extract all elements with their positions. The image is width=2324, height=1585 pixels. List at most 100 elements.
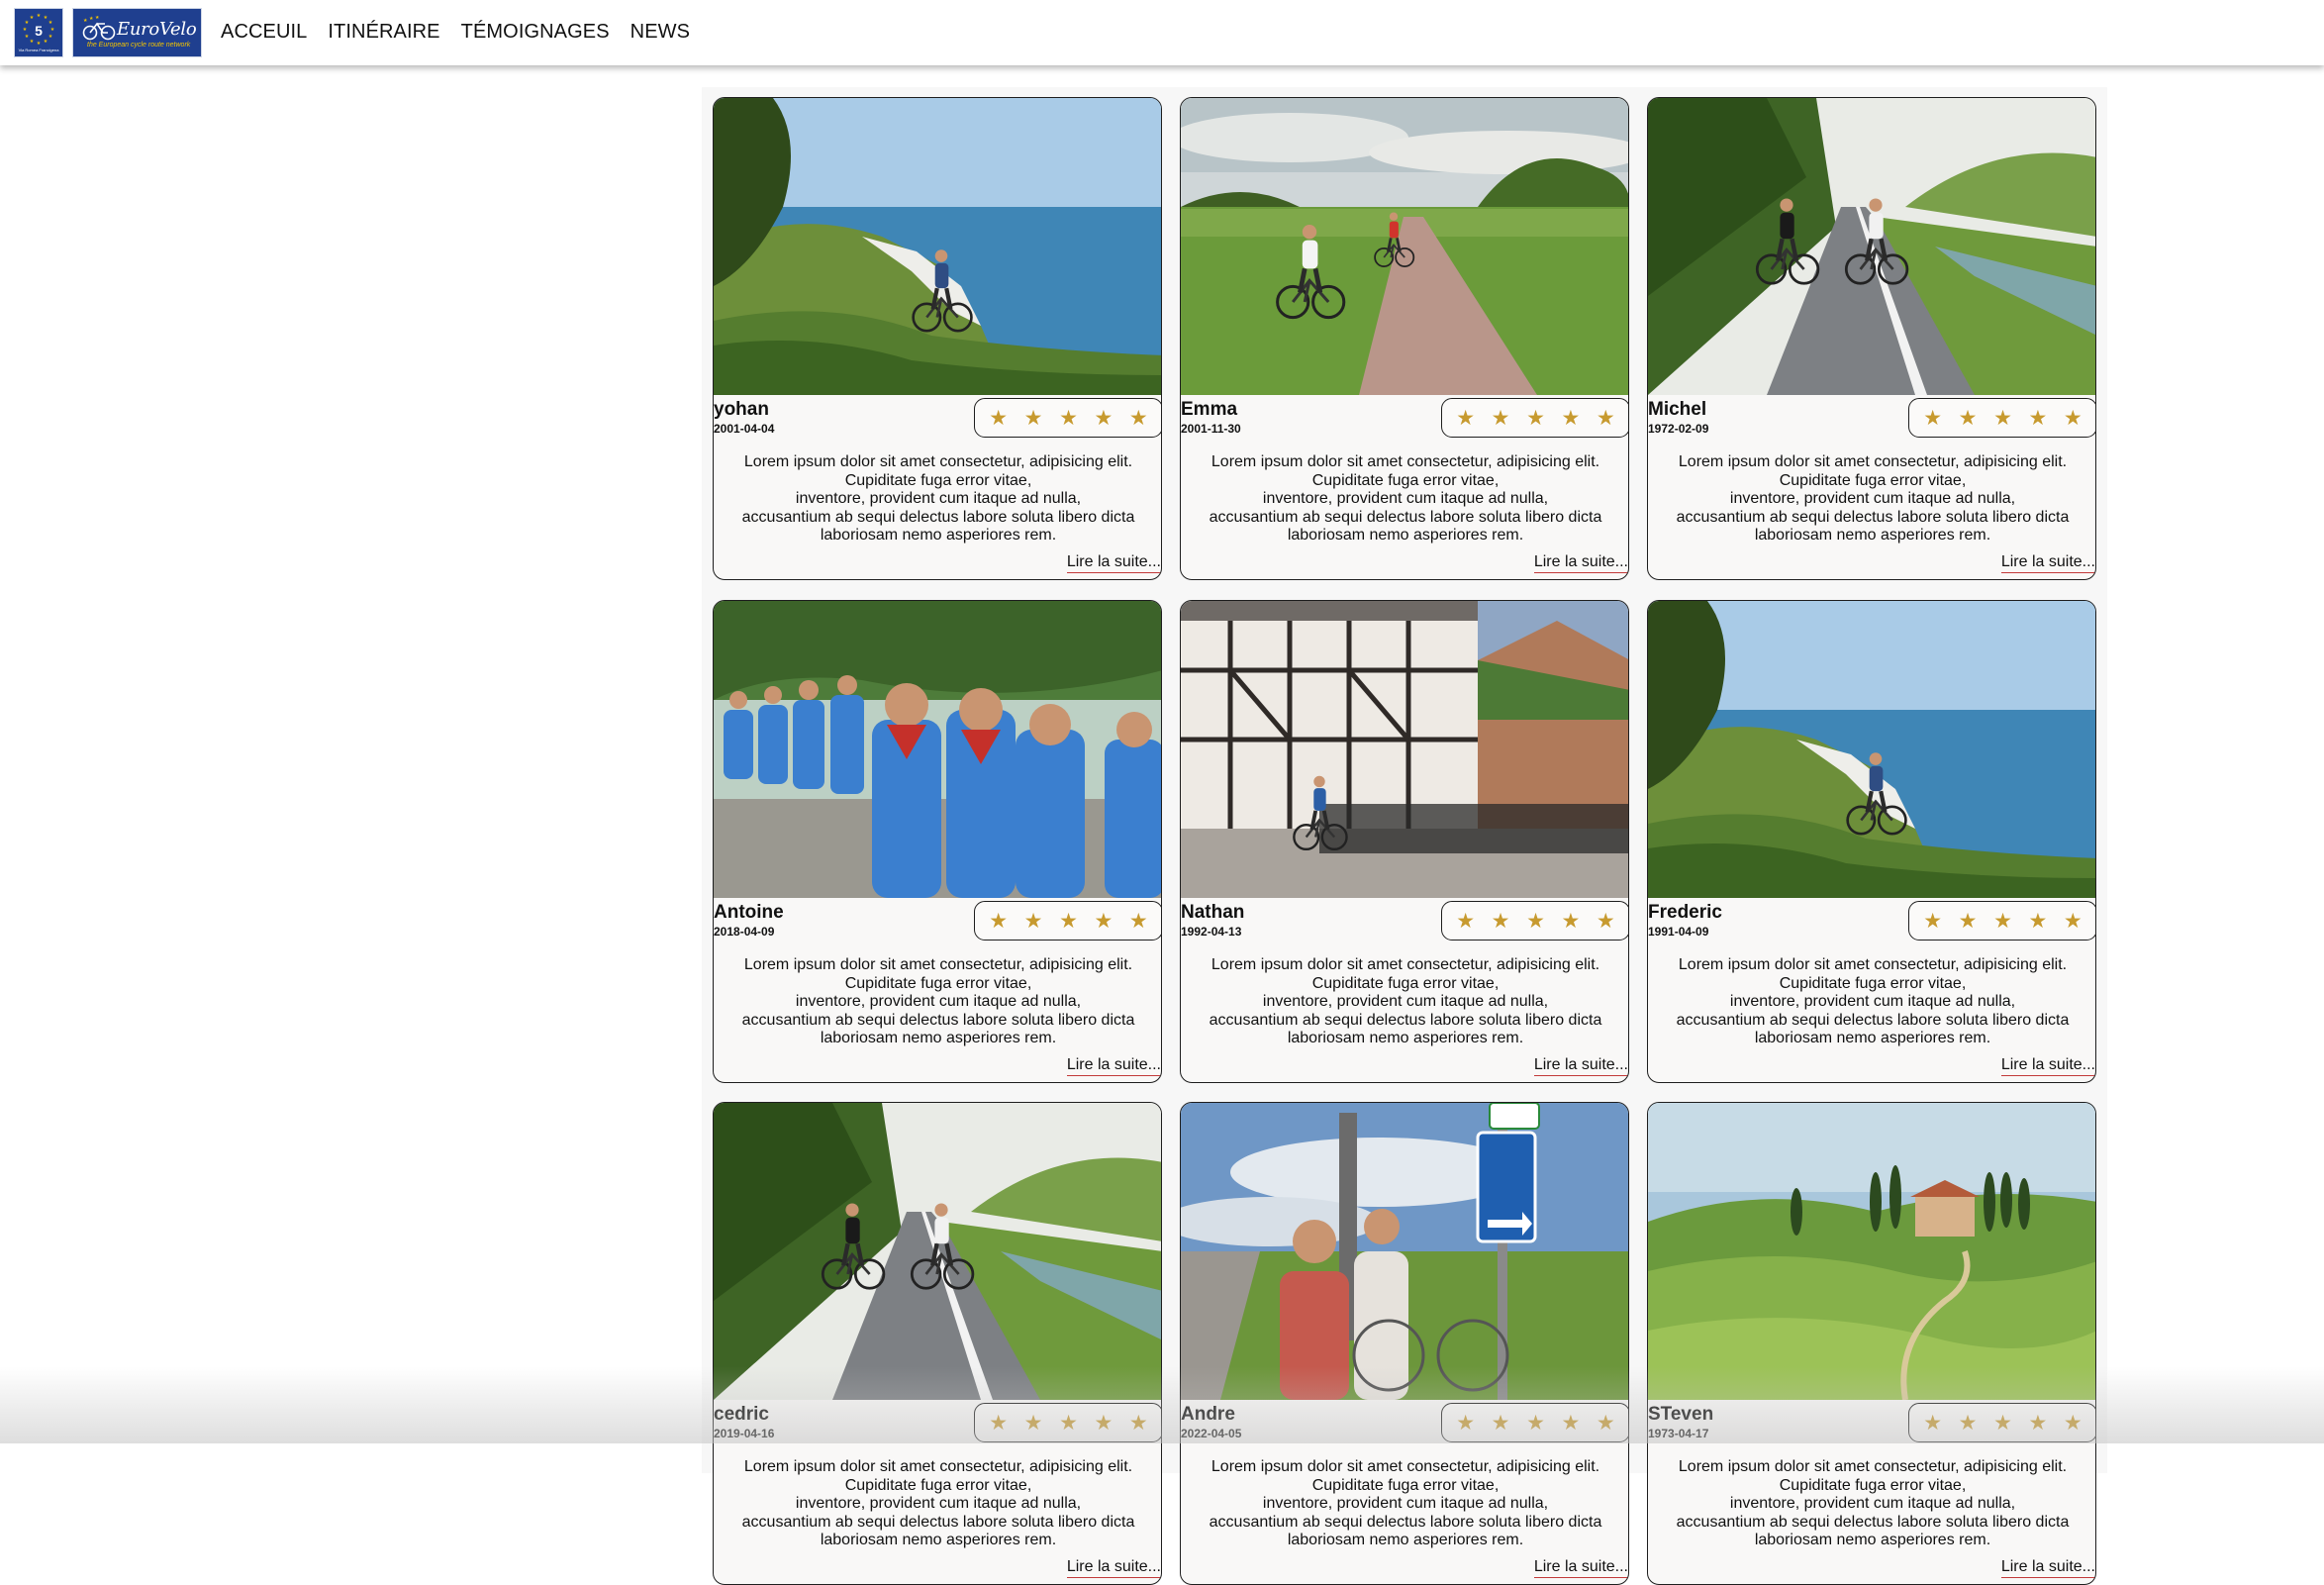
main-nav: ACCEUIL ITINÉRAIRE TÉMOIGNAGES NEWS	[221, 20, 690, 44]
cliff-coast-cyclist-illustration	[1648, 601, 2095, 898]
star-icon: ★	[1993, 1411, 2012, 1435]
star-icon: ★	[1491, 406, 1510, 430]
star-icon: ★	[1596, 909, 1615, 933]
star-icon: ★	[1596, 406, 1615, 430]
star-rating: ★ ★ ★ ★ ★	[974, 398, 1161, 438]
testimonial-card: Nathan 1992-04-13 ★ ★ ★ ★ ★ Lorem ipsum dolo…	[1180, 600, 1629, 1083]
testimonial-text: Lorem ipsum dolor sit amet consectetur, …	[1209, 1458, 1602, 1549]
author-date: 2018-04-09	[714, 925, 775, 939]
svg-text:★: ★	[25, 34, 30, 40]
cliff-coast-cyclist-illustration	[714, 98, 1161, 395]
svg-text:★: ★	[95, 16, 100, 21]
star-icon: ★	[1128, 909, 1148, 933]
author-name: Michel	[1648, 399, 1707, 420]
testimonial-text: Lorem ipsum dolor sit amet consectetur, …	[1209, 956, 1602, 1047]
testimonial-text: Lorem ipsum dolor sit amet consectetur, …	[1209, 453, 1602, 545]
testimonial-photo	[1648, 98, 2095, 395]
testimonial-photo	[1648, 601, 2095, 898]
route-subtitle: Via Romea Francigena	[18, 48, 59, 52]
eurovelo-logo[interactable]: ★ ★ ★ EuroVelo the European cycle route ne…	[72, 8, 202, 57]
author-date: 1992-04-13	[1181, 925, 1242, 939]
canal-path-couple-illustration	[1648, 98, 2095, 395]
testimonial-photo	[1181, 98, 1628, 395]
author-name: yohan	[714, 399, 769, 420]
testimonial-photo	[1181, 601, 1628, 898]
star-icon: ★	[1456, 1411, 1476, 1435]
star-icon: ★	[1958, 406, 1978, 430]
star-icon: ★	[1596, 1411, 1615, 1435]
star-icon: ★	[1958, 909, 1978, 933]
svg-text:★: ★	[37, 13, 42, 19]
read-more-link[interactable]: Lire la suite...	[1533, 553, 1628, 573]
star-icon: ★	[2063, 1411, 2082, 1435]
read-more-link[interactable]: Lire la suite...	[2000, 1056, 2095, 1076]
read-more-link[interactable]: Lire la suite...	[1533, 1056, 1628, 1076]
read-more-link[interactable]: Lire la suite...	[2000, 553, 2095, 573]
star-rating: ★ ★ ★ ★ ★	[1908, 901, 2095, 941]
author-name: Antoine	[714, 902, 784, 923]
author-date: 2019-04-16	[714, 1427, 775, 1440]
author-date: 2001-04-04	[714, 422, 775, 436]
testimonial-photo	[714, 98, 1161, 395]
canal-path-couple-illustration	[714, 1103, 1161, 1400]
brand-name: EuroVelo	[117, 19, 197, 40]
testimonial-text: Lorem ipsum dolor sit amet consectetur, …	[1676, 453, 2070, 545]
svg-text:★: ★	[30, 15, 35, 21]
read-more-link[interactable]: Lire la suite...	[1066, 1056, 1161, 1076]
testimonial-card: STeven 1973-04-17 ★ ★ ★ ★ ★ Lorem ipsum dolo…	[1647, 1102, 2096, 1585]
testimonial-text: Lorem ipsum dolor sit amet consectetur, …	[741, 1458, 1135, 1549]
eurovelo-5-logo[interactable]: ★ ★ ★ ★ ★ ★ ★ ★ ★ ★ ★ ★ 5 Via Romea Francigena	[14, 8, 63, 57]
star-icon: ★	[1526, 909, 1545, 933]
nav-itineraire[interactable]: ITINÉRAIRE	[328, 20, 439, 44]
read-more-link[interactable]: Lire la suite...	[1066, 1558, 1161, 1578]
testimonial-card: cedric 2019-04-16 ★ ★ ★ ★ ★ Lorem ipsum dolo…	[713, 1102, 1162, 1585]
svg-text:★: ★	[48, 20, 53, 26]
star-icon: ★	[1561, 1411, 1581, 1435]
author-date: 2001-11-30	[1181, 422, 1241, 436]
testimonials-board: yohan 2001-04-04 ★ ★ ★ ★ ★ Lorem ipsum dolor…	[702, 87, 2107, 1585]
star-rating: ★ ★ ★ ★ ★	[1908, 1403, 2095, 1442]
route-number: 5	[35, 23, 43, 39]
nav-news[interactable]: NEWS	[630, 20, 690, 44]
testimonial-text: Lorem ipsum dolor sit amet consectetur, …	[1676, 1458, 2070, 1549]
read-more-link[interactable]: Lire la suite...	[1066, 553, 1161, 573]
nav-temoignages[interactable]: TÉMOIGNAGES	[461, 20, 610, 44]
svg-text:★: ★	[83, 18, 88, 24]
star-icon: ★	[1561, 909, 1581, 933]
read-more-link[interactable]: Lire la suite...	[2000, 1558, 2095, 1578]
star-rating: ★ ★ ★ ★ ★	[974, 1403, 1161, 1442]
star-icon: ★	[1128, 406, 1148, 430]
star-icon: ★	[1059, 1411, 1078, 1435]
group-scouts-illustration	[714, 601, 1161, 898]
testimonial-card: yohan 2001-04-04 ★ ★ ★ ★ ★ Lorem ipsum dolor…	[713, 97, 1162, 580]
tuscany-hills-illustration	[1648, 1103, 2095, 1400]
cyclist-stars-icon: ★ ★ ★	[82, 16, 116, 41]
star-icon: ★	[1094, 909, 1114, 933]
star-icon: ★	[1023, 909, 1043, 933]
star-icon: ★	[2028, 1411, 2048, 1435]
nav-acceuil[interactable]: ACCEUIL	[221, 20, 307, 44]
star-icon: ★	[1993, 406, 2012, 430]
author-name: Andre	[1181, 1404, 1235, 1425]
svg-text:★: ★	[23, 27, 28, 33]
testimonial-text: Lorem ipsum dolor sit amet consectetur, …	[741, 453, 1135, 545]
read-more-link[interactable]: Lire la suite...	[1533, 1558, 1628, 1578]
star-icon: ★	[1923, 909, 1943, 933]
testimonial-card: Andre 2022-04-05 ★ ★ ★ ★ ★ Lorem ipsum dolor…	[1180, 1102, 1629, 1585]
star-rating: ★ ★ ★ ★ ★	[1441, 1403, 1628, 1442]
author-name: cedric	[714, 1404, 769, 1425]
svg-text:★: ★	[89, 16, 94, 22]
timber-houses-cyclist-illustration	[1181, 601, 1628, 898]
star-icon: ★	[1526, 1411, 1545, 1435]
star-icon: ★	[989, 1411, 1009, 1435]
signpost-couple-illustration	[1181, 1103, 1628, 1400]
star-icon: ★	[1023, 1411, 1043, 1435]
star-icon: ★	[1491, 1411, 1510, 1435]
star-icon: ★	[1923, 406, 1943, 430]
star-icon: ★	[1526, 406, 1545, 430]
star-rating: ★ ★ ★ ★ ★	[1908, 398, 2095, 438]
author-date: 2022-04-05	[1181, 1427, 1242, 1440]
star-icon: ★	[1023, 406, 1043, 430]
star-icon: ★	[1491, 909, 1510, 933]
author-date: 1973-04-17	[1648, 1427, 1709, 1440]
